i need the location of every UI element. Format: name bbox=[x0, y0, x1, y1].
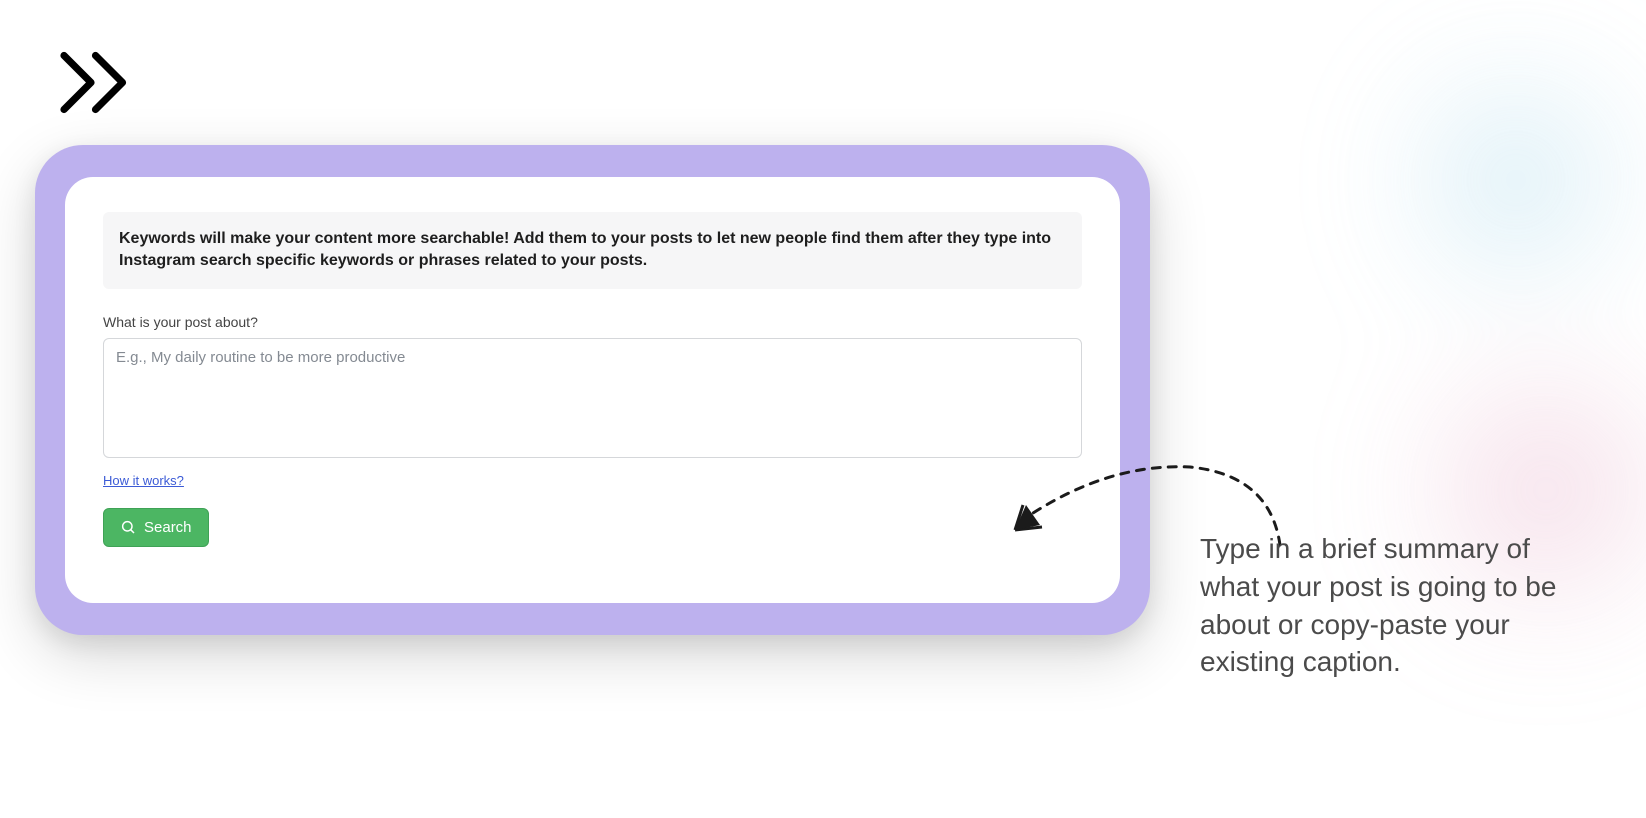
info-box: Keywords will make your content more sea… bbox=[103, 212, 1082, 289]
double-chevron-logo-icon bbox=[55, 45, 145, 120]
info-text: Keywords will make your content more sea… bbox=[119, 228, 1066, 273]
search-icon bbox=[120, 519, 136, 535]
how-it-works-link[interactable]: How it works? bbox=[103, 473, 184, 488]
search-button-label: Search bbox=[144, 519, 192, 536]
post-input[interactable] bbox=[103, 338, 1082, 458]
annotation-text: Type in a brief summary of what your pos… bbox=[1200, 530, 1560, 681]
search-button[interactable]: Search bbox=[103, 508, 209, 547]
post-about-label: What is your post about? bbox=[103, 314, 1082, 330]
form-card: Keywords will make your content more sea… bbox=[65, 177, 1120, 603]
purple-panel: Keywords will make your content more sea… bbox=[35, 145, 1150, 635]
